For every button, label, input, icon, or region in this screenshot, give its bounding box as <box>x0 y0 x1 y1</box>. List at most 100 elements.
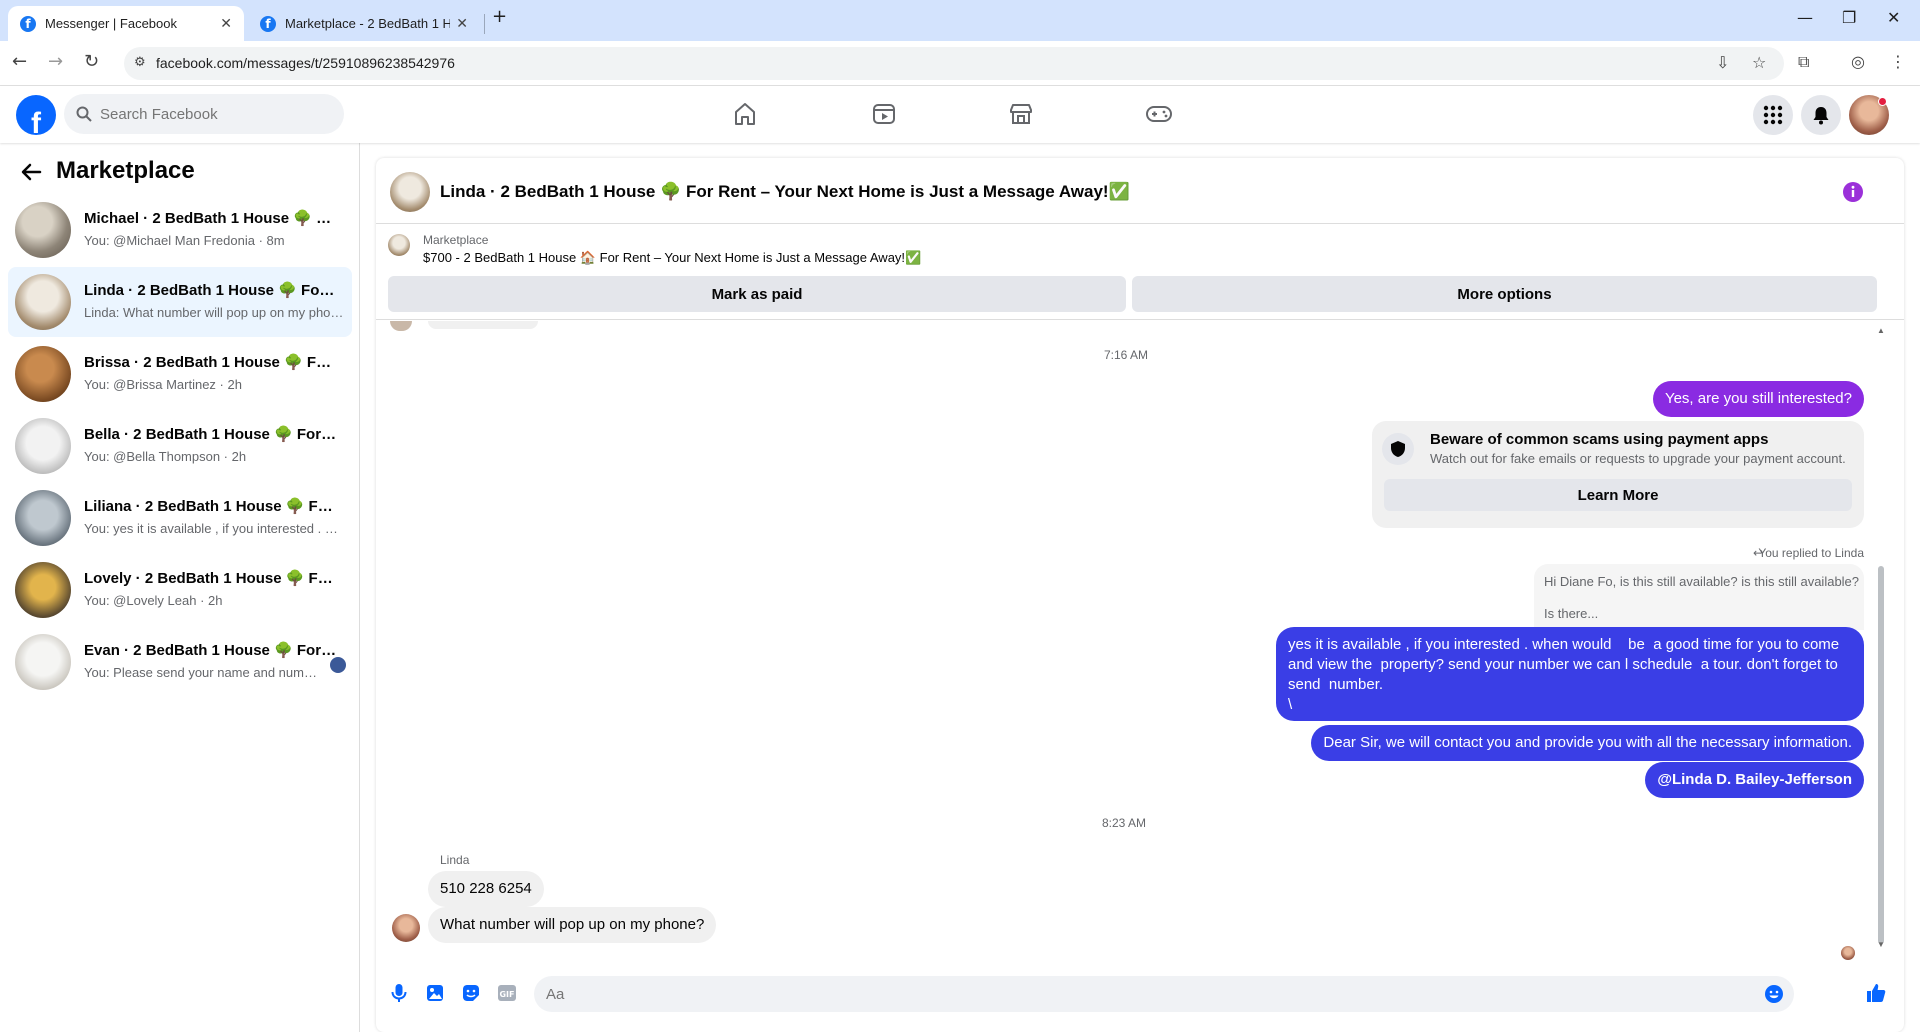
timestamp: 8:23 AM <box>1102 816 1147 830</box>
listing-text[interactable]: $700 - 2 BedBath 1 House 🏠 For Rent – Yo… <box>423 250 921 266</box>
conversation-avatar <box>15 274 71 330</box>
conversation-item[interactable]: Liliana · 2 BedBath 1 House 🌳 For Rent –… <box>8 483 352 553</box>
outgoing-message[interactable]: yes it is available , if you interested … <box>1276 627 1864 721</box>
conversation-name: Bella · 2 BedBath 1 House 🌳 For Rent – Y… <box>84 426 338 443</box>
tab-separator <box>484 14 485 34</box>
message-line: yes it is available , if you interested … <box>1288 636 1840 653</box>
chat-header: Linda · 2 BedBath 1 House 🌳 For Rent – Y… <box>376 158 1904 224</box>
partial-avatar <box>390 321 412 331</box>
message-line: and view the property? send your number … <box>1288 656 1838 673</box>
tab-title: Messenger | Facebook <box>45 16 177 31</box>
conversation-name: Liliana · 2 BedBath 1 House 🌳 For Rent –… <box>84 498 338 515</box>
emoji-icon[interactable] <box>1764 984 1784 1004</box>
svg-text:GIF: GIF <box>499 990 514 999</box>
url-text[interactable]: facebook.com/messages/t/2591089623854297… <box>156 55 455 71</box>
omnibox[interactable]: ⚙ facebook.com/messages/t/25910896238542… <box>124 47 1784 80</box>
conversation-preview: You: @Brissa Martinez · 2h <box>84 377 242 392</box>
conversation-preview: You: @Bella Thompson · 2h <box>84 449 247 464</box>
install-app-icon[interactable]: ⇩ <box>1716 53 1729 72</box>
incoming-message[interactable]: 510 228 6254 <box>428 871 544 907</box>
reload-icon[interactable]: ↻ <box>84 51 99 72</box>
chat-avatar[interactable] <box>390 172 430 212</box>
new-tab-icon[interactable]: + <box>492 6 507 27</box>
menu-grid-icon[interactable] <box>1753 95 1793 135</box>
sender-name: Linda <box>440 853 470 867</box>
outgoing-message[interactable]: Dear Sir, we will contact you and provid… <box>1311 725 1864 761</box>
close-tab-icon[interactable]: ✕ <box>220 15 232 32</box>
chat-panel: Linda · 2 BedBath 1 House 🌳 For Rent – Y… <box>376 158 1904 1032</box>
scam-warning-body: Watch out for fake emails or requests to… <box>1430 451 1846 466</box>
close-window-icon[interactable]: ✕ <box>1887 8 1900 27</box>
quoted-message[interactable]: Hi Diane Fo, is this still available? is… <box>1534 564 1864 630</box>
conversation-item[interactable]: Lovely · 2 BedBath 1 House 🌳 For Rent – … <box>8 555 352 625</box>
notification-dot <box>1878 97 1887 106</box>
conversation-preview: Linda: What number will pop up on my pho… <box>84 305 344 320</box>
outgoing-mention-message[interactable]: @Linda D. Bailey-Jefferson <box>1645 762 1864 798</box>
chat-title[interactable]: Linda · 2 BedBath 1 House 🌳 For Rent – Y… <box>440 182 1130 202</box>
replied-indicator: You replied to Linda <box>1758 546 1864 560</box>
search-icon <box>76 106 92 122</box>
timestamp: 7:16 AM <box>1104 348 1149 362</box>
thumbs-up-icon[interactable] <box>1864 981 1888 1005</box>
gif-icon[interactable]: GIF <box>496 982 518 1004</box>
listing-thumbnail[interactable] <box>388 234 410 256</box>
more-options-button[interactable]: More options <box>1132 276 1877 312</box>
info-icon[interactable] <box>1842 181 1864 203</box>
home-icon[interactable] <box>729 98 761 130</box>
facebook-search[interactable] <box>64 94 344 134</box>
conversation-name: Evan · 2 BedBath 1 House 🌳 For Rent – Yo… <box>84 642 338 659</box>
incoming-message[interactable]: What number will pop up on my phone? <box>428 907 717 943</box>
learn-more-button[interactable]: Learn More <box>1384 479 1852 511</box>
shield-icon <box>1382 433 1414 465</box>
conversation-item[interactable]: Brissa · 2 BedBath 1 House 🌳 For Rent – … <box>8 339 352 409</box>
scrollbar-thumb[interactable] <box>1878 566 1884 944</box>
conversation-name: Michael · 2 BedBath 1 House 🌳 For Rent –… <box>84 210 338 227</box>
back-arrow-icon[interactable] <box>20 161 42 183</box>
conversation-avatar <box>15 202 71 258</box>
scroll-down-icon[interactable]: ▼ <box>1877 940 1885 949</box>
profile-icon[interactable]: ◎ <box>1851 52 1865 71</box>
conversation-item[interactable]: Michael · 2 BedBath 1 House 🌳 For Rent –… <box>8 195 352 265</box>
facebook-favicon-icon: f <box>260 15 276 32</box>
facebook-logo-icon[interactable]: f <box>16 95 56 135</box>
scrollbar[interactable]: ▲ ▼ <box>1876 326 1886 950</box>
conversation-name: Lovely · 2 BedBath 1 House 🌳 For Rent – … <box>84 570 338 587</box>
notifications-bell-icon[interactable] <box>1801 95 1841 135</box>
mark-as-paid-button[interactable]: Mark as paid <box>388 276 1126 312</box>
site-info-icon[interactable]: ⚙ <box>134 55 146 70</box>
sender-avatar[interactable] <box>392 914 420 942</box>
conversation-avatar <box>15 346 71 402</box>
restore-icon[interactable]: ❐ <box>1842 8 1856 27</box>
conversation-avatar <box>15 634 71 690</box>
conversation-item[interactable]: Evan · 2 BedBath 1 House 🌳 For Rent – Yo… <box>8 627 352 697</box>
partial-bubble <box>428 321 538 329</box>
message-line: \ <box>1288 696 1293 713</box>
minimize-icon[interactable]: — <box>1797 8 1813 27</box>
search-input[interactable] <box>100 94 330 134</box>
message-composer[interactable] <box>534 976 1794 1012</box>
conversation-item[interactable]: Bella · 2 BedBath 1 House 🌳 For Rent – Y… <box>8 411 352 481</box>
conversation-preview: You: @Michael Man Fredonia · 8m <box>84 233 285 248</box>
browser-menu-icon[interactable]: ⋮ <box>1890 52 1906 71</box>
sticker-icon[interactable] <box>460 982 482 1004</box>
video-icon[interactable] <box>868 98 900 130</box>
bookmark-star-icon[interactable]: ☆ <box>1752 53 1766 72</box>
conversation-item-selected[interactable]: Linda · 2 BedBath 1 House 🌳 For Rent – Y… <box>8 267 352 337</box>
message-input[interactable] <box>546 976 1746 1012</box>
scroll-up-icon[interactable]: ▲ <box>1877 326 1885 335</box>
tab-marketplace[interactable]: f Marketplace - 2 BedBath 1 House ✕ <box>248 6 480 41</box>
conversation-preview: You: yes it is available , if you intere… <box>84 521 344 536</box>
photo-icon[interactable] <box>424 982 446 1004</box>
marketplace-icon[interactable] <box>1005 98 1037 130</box>
facebook-favicon-icon: f <box>20 15 36 32</box>
back-arrow-icon[interactable]: ← <box>12 51 27 72</box>
microphone-icon[interactable] <box>388 982 410 1004</box>
outgoing-message[interactable]: Yes, are you still interested? <box>1652 381 1864 417</box>
forward-arrow-icon[interactable]: → <box>48 51 63 72</box>
gaming-icon[interactable] <box>1143 98 1175 130</box>
tab-search-icon[interactable]: ⧉ <box>1798 52 1809 72</box>
tab-messenger[interactable]: f Messenger | Facebook ✕ <box>8 6 244 41</box>
close-tab-icon[interactable]: ✕ <box>456 15 468 32</box>
seen-avatar <box>1841 946 1855 960</box>
quoted-text-line: Is there... <box>1544 606 1599 621</box>
